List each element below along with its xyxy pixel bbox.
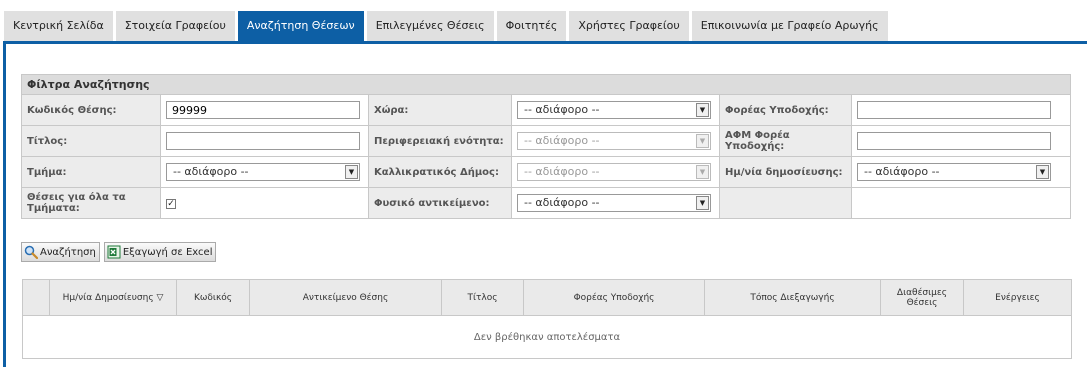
tab-home[interactable]: Κεντρική Σελίδα — [4, 11, 113, 41]
physical-object-value: -- αδιάφορο -- — [524, 196, 600, 209]
title-label: Τίτλος: — [21, 125, 161, 157]
country-value: -- αδιάφορο -- — [524, 103, 600, 116]
tab-office-info[interactable]: Στοιχεία Γραφείου — [115, 11, 235, 41]
publish-date-select[interactable]: -- αδιάφορο -- ▼ — [857, 163, 1051, 181]
magnifier-icon — [24, 245, 39, 260]
chevron-down-icon: ▼ — [696, 134, 709, 148]
department-value: -- αδιάφορο -- — [173, 165, 249, 178]
search-button-label: Αναζήτηση — [40, 246, 96, 258]
publish-date-value: -- αδιάφορο -- — [864, 165, 940, 178]
column-header-select — [22, 279, 50, 316]
column-header-code[interactable]: Κωδικός — [176, 279, 250, 316]
results-table: Ημ/νία Δημοσίευσης ▽ Κωδικός Αντικείμενο… — [22, 279, 1072, 359]
export-button-label: Εξαγωγή σε Excel — [122, 246, 213, 258]
title-input[interactable] — [166, 132, 360, 150]
chevron-down-icon: ▼ — [696, 103, 709, 117]
empty-label-cell — [719, 187, 852, 219]
publish-date-label: Ημ/νία δημοσίευσης: — [719, 156, 852, 188]
tab-office-users[interactable]: Χρήστες Γραφείου — [569, 11, 689, 41]
column-header-title[interactable]: Τίτλος — [441, 279, 524, 316]
empty-results-row: Δεν βρέθηκαν αποτελέσματα — [22, 315, 1072, 359]
municipality-select: -- αδιάφορο -- ▼ — [517, 163, 711, 181]
filters-title: Φίλτρα Αναζήτησης — [20, 74, 1072, 95]
empty-value-cell — [850, 187, 1072, 219]
column-header-actions: Ενέργειες — [963, 279, 1072, 316]
tab-position-search[interactable]: Αναζήτηση Θέσεων — [237, 11, 364, 41]
host-entity-input[interactable] — [857, 101, 1051, 119]
host-afm-input[interactable] — [857, 132, 1051, 150]
chevron-down-icon: ▼ — [696, 196, 709, 210]
country-select[interactable]: -- αδιάφορο -- ▼ — [517, 101, 711, 119]
results-header-row: Ημ/νία Δημοσίευσης ▽ Κωδικός Αντικείμενο… — [22, 279, 1072, 316]
column-header-subject[interactable]: Αντικείμενο Θέσης — [249, 279, 442, 316]
tab-helpdesk-contact[interactable]: Επικοινωνία με Γραφείο Αρωγής — [691, 11, 888, 41]
chevron-down-icon: ▼ — [696, 165, 709, 179]
chevron-down-icon: ▼ — [1036, 165, 1049, 179]
host-entity-label: Φορέας Υποδοχής: — [719, 94, 852, 126]
country-label: Χώρα: — [368, 94, 512, 126]
physical-object-label: Φυσικό αντικείμενο: — [368, 187, 512, 219]
export-excel-button[interactable]: Εξαγωγή σε Excel — [103, 242, 217, 262]
regional-unit-label: Περιφερειακή ενότητα: — [368, 125, 512, 157]
host-afm-label: ΑΦΜ Φορέα Υποδοχής: — [719, 125, 852, 157]
position-code-label: Κωδικός Θέσης: — [21, 94, 161, 126]
all-departments-label: Θέσεις για όλα τα Τμήματα: — [21, 187, 161, 219]
all-departments-checkbox[interactable]: ✓ — [166, 198, 176, 209]
tab-bar: Κεντρική Σελίδα Στοιχεία Γραφείου Αναζήτ… — [4, 11, 888, 41]
regional-unit-value: -- αδιάφορο -- — [524, 134, 600, 147]
tab-students[interactable]: Φοιτητές — [496, 11, 567, 41]
municipality-label: Καλλικρατικός Δήμος: — [368, 156, 512, 188]
tab-selected-positions[interactable]: Επιλεγμένες Θέσεις — [366, 11, 494, 41]
chevron-down-icon: ▼ — [345, 165, 358, 179]
action-buttons: Αναζήτηση Εξαγωγή σε Excel — [21, 242, 217, 262]
search-filters-panel: Φίλτρα Αναζήτησης Κωδικός Θέσης: Χώρα: -… — [20, 74, 1072, 219]
regional-unit-select: -- αδιάφορο -- ▼ — [517, 132, 711, 150]
column-header-publish-date[interactable]: Ημ/νία Δημοσίευσης ▽ — [49, 279, 177, 316]
department-label: Τμήμα: — [21, 156, 161, 188]
department-select[interactable]: -- αδιάφορο -- ▼ — [166, 163, 360, 181]
column-header-location[interactable]: Τόπος Διεξαγωγής — [704, 279, 881, 316]
physical-object-select[interactable]: -- αδιάφορο -- ▼ — [517, 194, 711, 212]
position-code-input[interactable] — [166, 101, 360, 119]
empty-results-message: Δεν βρέθηκαν αποτελέσματα — [22, 315, 1072, 359]
column-header-available-positions[interactable]: Διαθέσιμες Θέσεις — [880, 279, 964, 316]
excel-icon — [107, 245, 121, 259]
municipality-value: -- αδιάφορο -- — [524, 165, 600, 178]
search-button[interactable]: Αναζήτηση — [21, 242, 100, 262]
column-header-host-entity[interactable]: Φορέας Υποδοχής — [523, 279, 705, 316]
